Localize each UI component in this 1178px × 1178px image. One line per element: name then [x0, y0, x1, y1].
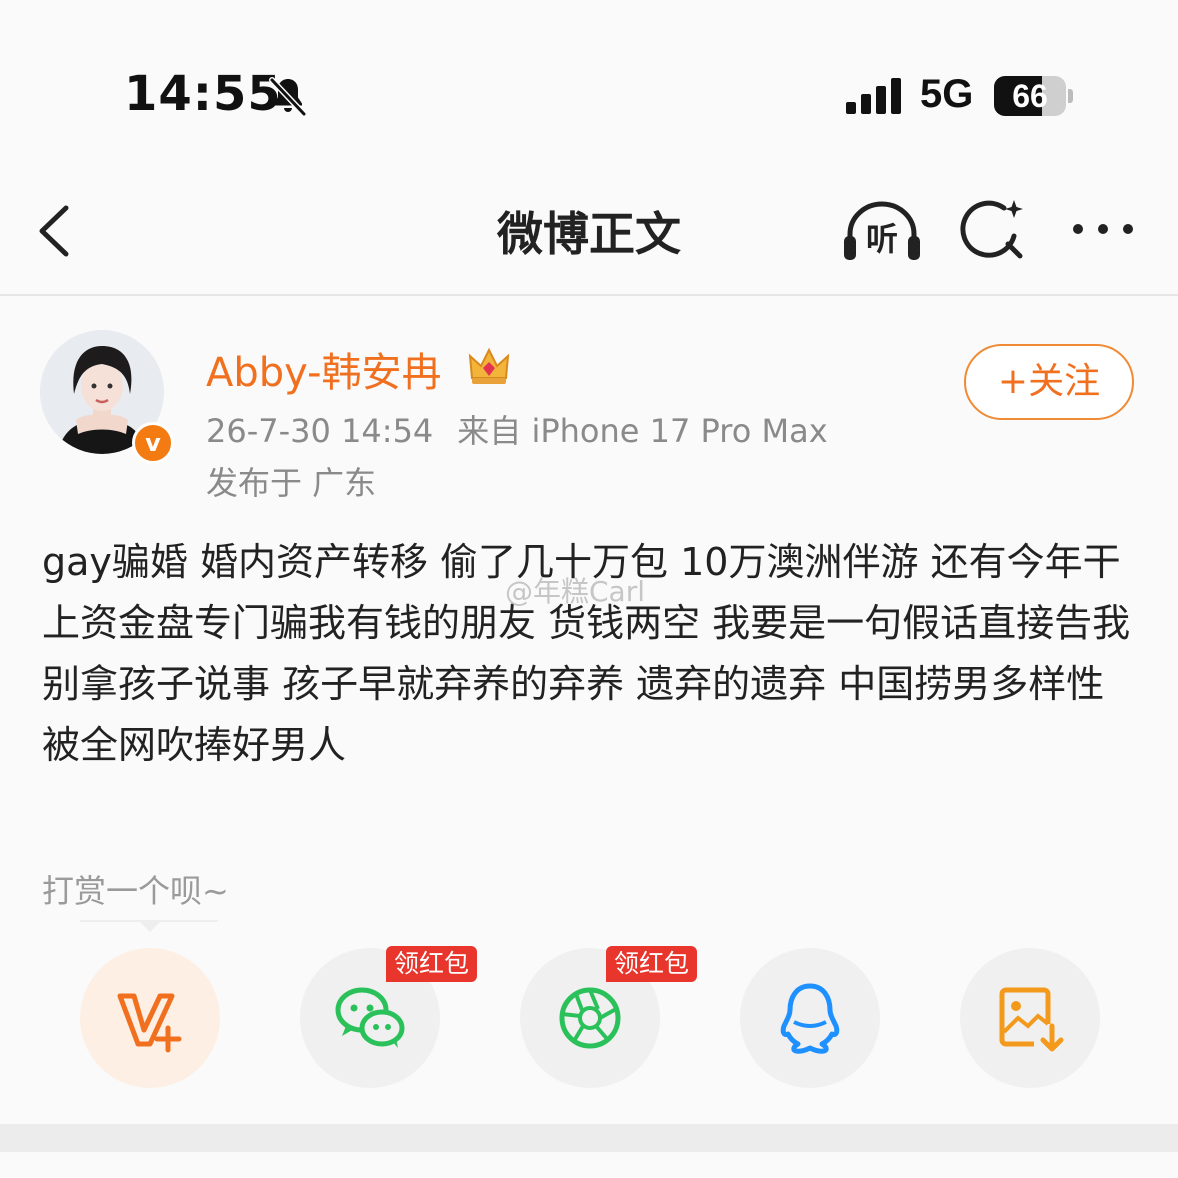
search-icon[interactable] — [960, 196, 1026, 262]
redpacket-badge-moments: 领红包 — [606, 946, 698, 982]
share-row: 领红包 领红包 — [0, 946, 1178, 1088]
bottom-divider — [0, 1124, 1178, 1152]
listen-label: 听 — [866, 220, 898, 258]
share-qq[interactable] — [740, 948, 880, 1088]
author-name[interactable]: Abby-韩安冉 — [206, 340, 442, 398]
post-meta: 26-7-30 14:54 来自 iPhone 17 Pro Max — [206, 406, 852, 452]
share-save-image[interactable] — [960, 948, 1100, 1088]
reward-pointer — [138, 920, 162, 932]
status-bar: 14:55 5G 66 — [0, 0, 1178, 190]
post-body: gay骗婚 婚内资产转移 偷了几十万包 10万澳洲伴游 还有今年干上资金盘专门骗… — [42, 540, 1131, 767]
listen-icon[interactable]: 听 — [840, 198, 924, 264]
follow-button[interactable]: +关注 — [964, 344, 1134, 420]
moments-icon — [559, 987, 621, 1049]
v-plus-icon — [117, 993, 182, 1053]
battery-percent: 66 — [1012, 78, 1048, 114]
crown-icon — [468, 347, 510, 384]
more-icon[interactable] — [1070, 214, 1140, 244]
cellular-signal-icon — [846, 78, 901, 114]
network-type: 5G — [920, 72, 974, 116]
status-time: 14:55 — [124, 66, 282, 122]
reward-prompt[interactable]: 打赏一个呗~ — [42, 866, 229, 912]
post-location: 发布于 广东 — [206, 464, 377, 502]
redpacket-badge-wechat: 领红包 — [386, 946, 478, 982]
post-date: 26-7-30 14:54 — [206, 412, 434, 450]
wechat-icon — [335, 987, 405, 1048]
save-image-icon — [999, 987, 1064, 1052]
avatar[interactable]: v — [40, 330, 174, 464]
watermark: @年糕Carl — [505, 575, 646, 608]
share-v-plus[interactable] — [80, 948, 220, 1088]
nav-bar: 微博正文 听 — [0, 190, 1178, 296]
back-icon[interactable] — [30, 200, 78, 262]
verified-badge-icon: v — [132, 422, 174, 464]
post-header: v Abby-韩安冉 26-7-30 14:54 来自 iPhone 17 Pro… — [0, 310, 1178, 510]
qq-icon — [780, 983, 840, 1054]
post-source: 来自 iPhone 17 Pro Max — [457, 412, 828, 450]
bell-muted-icon — [269, 77, 307, 117]
battery-icon: 66 — [994, 76, 1074, 116]
